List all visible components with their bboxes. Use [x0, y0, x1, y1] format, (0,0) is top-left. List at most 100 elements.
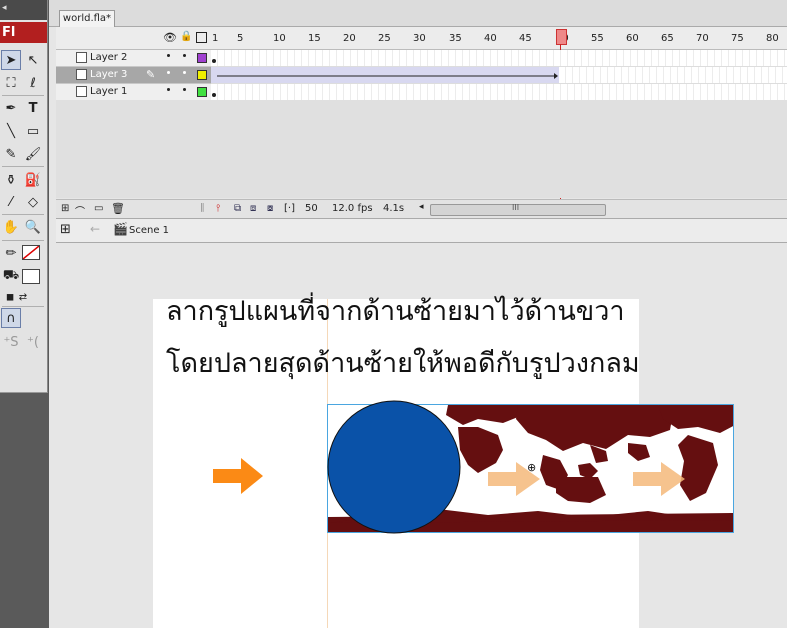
motion-tween-span[interactable]: [211, 67, 559, 84]
visibility-dot[interactable]: [167, 88, 170, 91]
instruction-line-2: โดยปลายสุดด้านซ้ายให้พอดีกับรูปวงกลม: [166, 348, 640, 379]
layer-color-swatch[interactable]: [197, 70, 207, 80]
layer-row-3[interactable]: Layer 3 ✎: [56, 67, 211, 84]
timeline-toggle-icon[interactable]: ⊞: [60, 222, 71, 237]
add-motion-guide-icon[interactable]: ⌒: [75, 203, 85, 218]
frame-number[interactable]: 75: [731, 33, 744, 44]
tool-divider: [2, 306, 44, 307]
hand-tool-icon[interactable]: ✋: [1, 217, 21, 237]
eye-icon[interactable]: 👁: [163, 31, 177, 44]
document-tab[interactable]: world.fla*: [59, 10, 115, 27]
visibility-dot[interactable]: [167, 71, 170, 74]
stroke-color-swatch[interactable]: [22, 245, 40, 260]
layer-name: Layer 3: [90, 69, 128, 80]
keyframe[interactable]: [212, 59, 216, 63]
modify-onion-markers-icon[interactable]: [·]: [284, 203, 295, 214]
lock-dot[interactable]: [183, 54, 186, 57]
snap-to-objects-icon[interactable]: ∩: [1, 308, 21, 328]
document-tab-bar: [49, 0, 787, 27]
pen-tool-icon[interactable]: ✒: [1, 98, 21, 118]
frame-number[interactable]: 65: [661, 33, 674, 44]
scene-label[interactable]: Scene 1: [129, 225, 169, 236]
stroke-color-icon[interactable]: ✏: [1, 243, 21, 263]
frame-number[interactable]: 40: [484, 33, 497, 44]
timeline-empty-area: [56, 100, 787, 198]
layer-1-frames[interactable]: [211, 84, 787, 101]
timeline-footer: ⊞ ⌒ ▭ 🗑 ∥ ⫯ ⧉ ⧈ ⧇ [·] 50 12.0 fps 4.1s ◂…: [56, 199, 787, 219]
current-frame: 50: [305, 203, 318, 214]
lasso-tool-icon[interactable]: ℓ: [23, 73, 43, 93]
frame-number[interactable]: 35: [449, 33, 462, 44]
tool-divider: [2, 240, 44, 241]
rectangle-tool-icon[interactable]: ▭: [23, 121, 43, 141]
tool-divider: [2, 214, 44, 215]
layer-icon: [76, 86, 87, 97]
frame-number[interactable]: 25: [378, 33, 391, 44]
line-tool-icon[interactable]: ╲: [1, 121, 21, 141]
ink-bottle-tool-icon[interactable]: ⚱: [1, 170, 21, 190]
light-arrow-icon: [633, 462, 685, 496]
playhead-marker[interactable]: [556, 29, 567, 45]
layer-name: Layer 2: [90, 52, 128, 63]
fill-color-swatch[interactable]: [22, 269, 40, 284]
lock-dot[interactable]: [183, 71, 186, 74]
subselection-tool-icon[interactable]: ↖: [23, 50, 43, 70]
pencil-tool-icon[interactable]: ✎: [1, 144, 21, 164]
frame-number[interactable]: 55: [591, 33, 604, 44]
layer-color-swatch[interactable]: [197, 87, 207, 97]
center-frame-icon[interactable]: ⫯: [216, 203, 220, 214]
smooth-icon[interactable]: ⁺S: [1, 332, 21, 352]
outline-icon[interactable]: [196, 32, 207, 43]
paint-bucket-tool-icon[interactable]: ⛽: [23, 170, 43, 190]
insert-layer-icon[interactable]: ⊞: [61, 203, 69, 214]
orange-arrow-icon: [213, 458, 263, 494]
tools-panel: ◂ Fl ➤ ↖ ⛶ ℓ ✒ T ╲ ▭ ✎ 🖌 ⚱ ⛽ ⁄ ◇ ✋ 🔍 ✏ ⛟…: [0, 0, 49, 628]
frame-number[interactable]: 15: [308, 33, 321, 44]
horizontal-scrollbar[interactable]: III: [430, 203, 606, 216]
elapsed-time: 4.1s: [383, 203, 405, 214]
frame-number[interactable]: 1: [212, 33, 218, 44]
delete-layer-icon[interactable]: 🗑: [111, 202, 125, 215]
layer-2-frames[interactable]: [211, 50, 787, 67]
scroll-left-icon[interactable]: ◂: [419, 202, 424, 212]
onion-skin-outlines-icon[interactable]: ⧈: [250, 203, 256, 214]
layer-3-empty-frames[interactable]: [559, 67, 787, 84]
fill-color-icon[interactable]: ⛟: [1, 266, 21, 286]
lock-dot[interactable]: [183, 88, 186, 91]
frame-number[interactable]: 60: [626, 33, 639, 44]
collapse-icon[interactable]: ◂: [2, 3, 7, 13]
frame-number[interactable]: 30: [413, 33, 426, 44]
swap-colors-icon[interactable]: ⇄: [13, 287, 33, 307]
lock-icon[interactable]: 🔒: [180, 31, 192, 42]
scene-clapper-icon: 🎬: [113, 222, 128, 236]
layer-row-1[interactable]: Layer 1: [56, 84, 211, 101]
tool-divider: [2, 95, 44, 96]
frame-number[interactable]: 5: [237, 33, 243, 44]
eraser-tool-icon[interactable]: ◇: [23, 192, 43, 212]
frame-number[interactable]: 10: [273, 33, 286, 44]
back-arrow-icon[interactable]: ←: [90, 222, 100, 236]
blue-circle[interactable]: [327, 400, 463, 536]
keyframe[interactable]: [212, 93, 216, 97]
selection-tool-icon[interactable]: ➤: [1, 50, 21, 70]
instruction-line-1: ลากรูปแผนที่จากด้านซ้ายมาไว้ด้านขวา: [166, 296, 625, 327]
insert-folder-icon[interactable]: ▭: [94, 203, 103, 214]
layer-name: Layer 1: [90, 86, 128, 97]
straighten-icon[interactable]: ⁺(: [23, 332, 43, 352]
divider-grip-icon[interactable]: ∥: [200, 203, 205, 213]
text-tool-icon[interactable]: T: [23, 98, 43, 118]
brush-tool-icon[interactable]: 🖌: [23, 144, 43, 164]
free-transform-tool-icon[interactable]: ⛶: [1, 73, 21, 93]
edit-multiple-frames-icon[interactable]: ⧇: [267, 203, 273, 214]
onion-skin-icon[interactable]: ⧉: [234, 203, 241, 214]
visibility-dot[interactable]: [167, 54, 170, 57]
frame-number[interactable]: 70: [696, 33, 709, 44]
layer-color-swatch[interactable]: [197, 53, 207, 63]
frame-rate[interactable]: 12.0 fps: [332, 203, 373, 214]
frame-number[interactable]: 45: [519, 33, 532, 44]
eyedropper-tool-icon[interactable]: ⁄: [1, 192, 21, 212]
layer-row-2[interactable]: Layer 2: [56, 50, 211, 67]
zoom-tool-icon[interactable]: 🔍: [23, 217, 43, 237]
frame-number[interactable]: 20: [343, 33, 356, 44]
frame-number[interactable]: 80: [766, 33, 779, 44]
